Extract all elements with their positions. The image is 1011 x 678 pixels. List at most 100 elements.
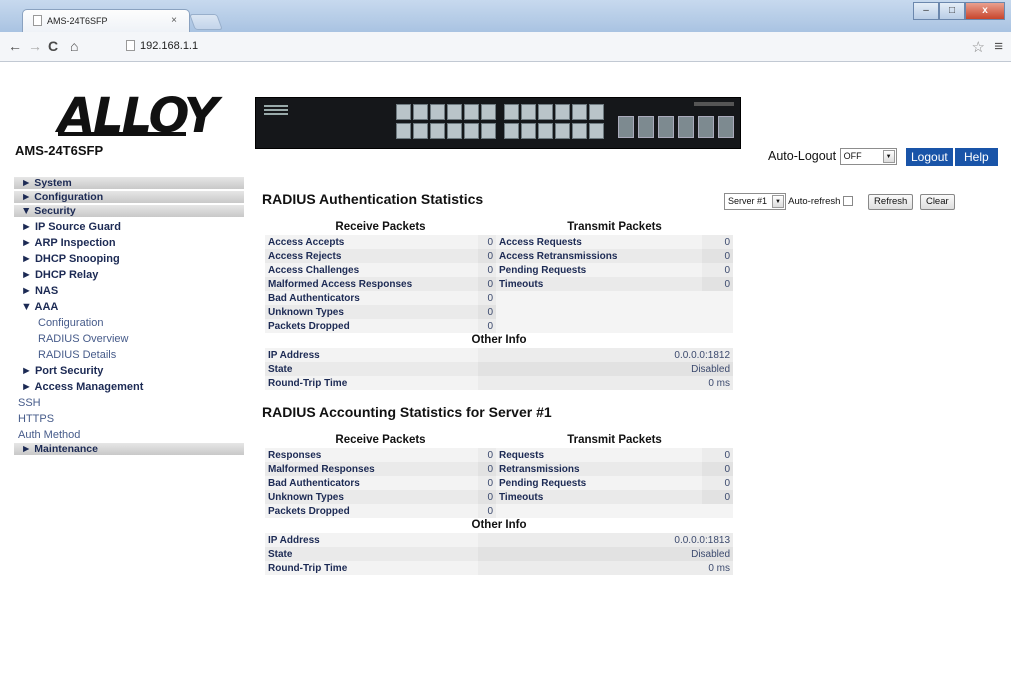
table-row: Packets Dropped 0 [265, 319, 734, 333]
stat-label: Malformed Responses [265, 462, 478, 476]
nav-port-security[interactable]: ► Port Security [14, 363, 244, 379]
auth-transmit-header: Transmit Packets [496, 220, 734, 235]
refresh-controls: Server #1 ▼ Auto-refresh Refresh Clear [724, 193, 955, 211]
auto-logout-label: Auto-Logout [768, 148, 837, 163]
stat-label: IP Address [265, 348, 478, 362]
window-controls: – □ x [913, 2, 1005, 20]
stat-label: Bad Authenticators [265, 476, 478, 490]
stat-label: Pending Requests [496, 476, 702, 490]
sfp-port [718, 116, 734, 138]
nav-nas[interactable]: ► NAS [14, 283, 244, 299]
logout-button[interactable]: Logout [906, 148, 953, 166]
stat-value: 0 [478, 249, 496, 263]
stat-label: Packets Dropped [265, 319, 478, 333]
minimize-button[interactable]: – [913, 2, 939, 20]
sfp-port [678, 116, 694, 138]
tab-close-icon[interactable]: × [171, 15, 177, 26]
auth-section-title: RADIUS Authentication Statistics [262, 191, 484, 207]
auto-logout: Auto-Logout OFF ▼ [768, 148, 897, 165]
stat-value: 0.0.0.0:1813 [478, 533, 734, 547]
clear-button[interactable]: Clear [919, 194, 955, 211]
stat-value: Disabled [478, 362, 734, 376]
stat-value: 0 [478, 476, 496, 490]
url-text: 192.168.1.1 [140, 40, 199, 52]
auth-other-info-header: Other Info [265, 333, 734, 348]
stat-value: 0 [702, 263, 734, 277]
nav-auth-method[interactable]: Auth Method [14, 427, 244, 443]
nav-security[interactable]: ▼ Security [14, 205, 244, 217]
nav-ip-source-guard[interactable]: ► IP Source Guard [14, 219, 244, 235]
table-row: Unknown Types 0 Timeouts 0 [265, 490, 734, 504]
stat-label: Unknown Types [265, 305, 478, 319]
nav-dhcp-snooping[interactable]: ► DHCP Snooping [14, 251, 244, 267]
stat-label: Pending Requests [496, 263, 702, 277]
table-row: State Disabled [265, 362, 734, 376]
nav-arp-inspection[interactable]: ► ARP Inspection [14, 235, 244, 251]
table-row: Bad Authenticators 0 [265, 291, 734, 305]
table-row: Malformed Access Responses 0 Timeouts 0 [265, 277, 734, 291]
stat-label: IP Address [265, 533, 478, 547]
help-button[interactable]: Help [955, 148, 998, 166]
nav-aaa-configuration[interactable]: Configuration [14, 315, 244, 331]
page-icon [33, 15, 42, 26]
nav-radius-overview[interactable]: RADIUS Overview [14, 331, 244, 347]
reload-icon[interactable]: C [48, 38, 58, 54]
stat-value: 0 ms [478, 561, 734, 575]
port-group-1 [396, 104, 496, 139]
empty-cell [496, 504, 734, 518]
stat-value: Disabled [478, 547, 734, 561]
chevron-down-icon: ▼ [772, 195, 784, 208]
stat-value: 0 [478, 319, 496, 333]
stat-label: Round-Trip Time [265, 376, 478, 390]
sfp-port [638, 116, 654, 138]
stat-label: Access Challenges [265, 263, 478, 277]
nav-dhcp-relay[interactable]: ► DHCP Relay [14, 267, 244, 283]
nav-aaa[interactable]: ▼ AAA [14, 299, 244, 315]
acct-section-title: RADIUS Accounting Statistics for Server … [262, 404, 552, 420]
stat-value: 0 [702, 490, 734, 504]
table-row: Access Challenges 0 Pending Requests 0 [265, 263, 734, 277]
stat-label: Retransmissions [496, 462, 702, 476]
stat-label: Packets Dropped [265, 504, 478, 518]
bookmark-star-icon[interactable]: ☆ [972, 38, 985, 56]
stat-label: Timeouts [496, 490, 702, 504]
table-row: State Disabled [265, 547, 734, 561]
auto-refresh-checkbox[interactable] [843, 196, 854, 207]
nav-https[interactable]: HTTPS [14, 411, 244, 427]
address-bar[interactable]: 192.168.1.1 [122, 37, 482, 57]
home-icon[interactable]: ⌂ [70, 38, 78, 54]
stat-label: Access Accepts [265, 235, 478, 249]
nav-configuration[interactable]: ► Configuration [14, 191, 244, 203]
nav-system[interactable]: ► System [14, 177, 244, 189]
browser-tab[interactable]: AMS-24T6SFP × [22, 9, 190, 33]
nav-radius-details[interactable]: RADIUS Details [14, 347, 244, 363]
stat-value: 0 ms [478, 376, 734, 390]
stat-value: 0.0.0.0:1812 [478, 348, 734, 362]
browser-title-bar: AMS-24T6SFP × – □ x [0, 0, 1011, 33]
sidebar-nav: ► System ► Configuration ▼ Security ► IP… [14, 177, 244, 457]
stat-value: 0 [478, 235, 496, 249]
nav-ssh[interactable]: SSH [14, 395, 244, 411]
new-tab-button[interactable] [189, 14, 223, 30]
server-select[interactable]: Server #1 ▼ [724, 193, 786, 210]
stat-value: 0 [478, 277, 496, 291]
table-row: Round-Trip Time 0 ms [265, 561, 734, 575]
page-icon [126, 40, 135, 51]
menu-icon[interactable]: ≡ [994, 38, 1003, 55]
close-window-button[interactable]: x [965, 2, 1005, 20]
stat-value: 0 [702, 249, 734, 263]
maximize-button[interactable]: □ [939, 2, 965, 20]
auto-logout-value: OFF [843, 151, 862, 161]
forward-arrow-icon[interactable]: → [28, 38, 42, 54]
server-select-value: Server #1 [728, 196, 768, 206]
table-row: Bad Authenticators 0 Pending Requests 0 [265, 476, 734, 490]
refresh-button[interactable]: Refresh [868, 194, 914, 211]
auto-logout-select[interactable]: OFF ▼ [839, 148, 897, 165]
nav-maintenance[interactable]: ► Maintenance [14, 443, 244, 455]
acct-other-info-header: Other Info [265, 518, 734, 533]
auto-refresh-label: Auto-refresh [788, 196, 841, 208]
back-arrow-icon[interactable]: ← [8, 38, 22, 54]
nav-access-management[interactable]: ► Access Management [14, 379, 244, 395]
stat-label: Malformed Access Responses [265, 277, 478, 291]
table-row: Packets Dropped 0 [265, 504, 734, 518]
